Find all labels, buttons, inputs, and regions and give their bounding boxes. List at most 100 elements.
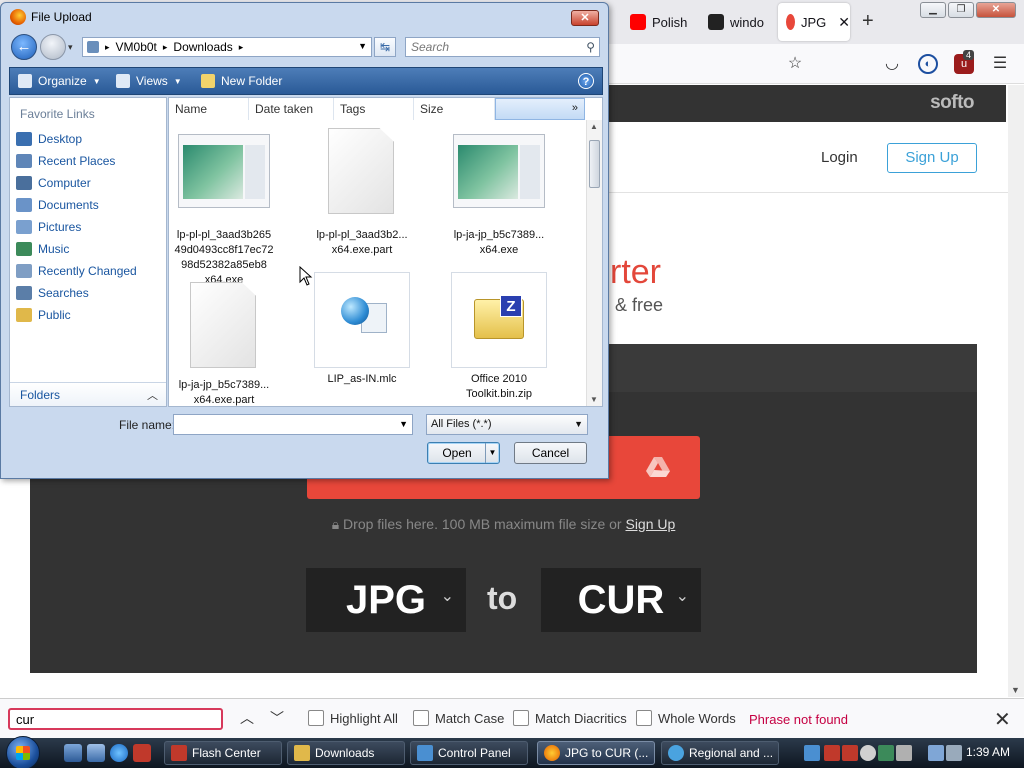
favorite-recent-places[interactable]: Recent Places	[16, 151, 115, 171]
network-icon[interactable]	[928, 745, 944, 761]
file-name-input[interactable]: ▼	[173, 414, 413, 435]
cancel-button[interactable]: Cancel	[514, 442, 587, 464]
tab-polish[interactable]: Polish	[622, 3, 692, 41]
match-diacritics-checkbox[interactable]: Match Diacritics	[513, 710, 627, 726]
internet-explorer-icon[interactable]	[110, 744, 128, 762]
page-scrollbar[interactable]: ▼	[1008, 85, 1024, 697]
favorite-music[interactable]: Music	[16, 239, 69, 259]
chevron-down-icon[interactable]: ▼	[358, 41, 367, 51]
forward-arrow-icon[interactable]	[40, 34, 66, 60]
more-columns-button[interactable]: »	[495, 98, 585, 120]
show-desktop-icon[interactable]	[64, 744, 82, 762]
favorite-recently-changed[interactable]: Recently Changed	[16, 261, 137, 281]
scroll-down-icon[interactable]: ▼	[590, 395, 598, 404]
column-header-date-taken[interactable]: Date taken	[249, 98, 334, 120]
taskbar-item-regional[interactable]: Regional and ...	[661, 741, 779, 765]
switch-windows-icon[interactable]	[87, 744, 105, 762]
taskbar-item-downloads[interactable]: Downloads	[287, 741, 405, 765]
column-header-name[interactable]: Name	[169, 98, 249, 120]
close-find-bar-button[interactable]: ✕	[994, 707, 1011, 732]
close-window-button[interactable]: ✕	[976, 2, 1016, 18]
file-item[interactable]: LIP_as-IN.mlc	[302, 272, 422, 387]
favorite-pictures[interactable]: Pictures	[16, 217, 81, 237]
chevron-right-icon[interactable]: ▸	[163, 42, 168, 53]
help-icon[interactable]: ?	[578, 73, 594, 89]
account-icon[interactable]: ◐	[918, 54, 938, 74]
volume-muted-icon[interactable]	[946, 745, 962, 761]
tray-flash-icon[interactable]	[842, 745, 858, 761]
find-previous-button[interactable]: ︿	[240, 708, 254, 728]
find-next-button[interactable]: ﹀	[270, 708, 284, 728]
search-input[interactable]: Search ⚲	[405, 37, 600, 57]
to-format-select[interactable]: CUR ⌄	[541, 568, 701, 632]
clock[interactable]: 1:39 AM	[966, 745, 1010, 759]
file-item[interactable]: lp-pl-pl_3aad3b265 49d0493cc8f17ec72 98d…	[164, 128, 284, 288]
open-options-dropdown-icon[interactable]: ▼	[485, 443, 499, 463]
match-case-checkbox[interactable]: Match Case	[413, 710, 504, 726]
refresh-icon[interactable]: ↹	[374, 37, 396, 57]
breadcrumb-root[interactable]: VM0b0t	[116, 40, 157, 54]
checkbox-box[interactable]	[513, 710, 529, 726]
signup-button[interactable]: Sign Up	[887, 143, 977, 173]
file-type-select[interactable]: All Files (*.*) ▼	[426, 414, 588, 435]
scroll-up-icon[interactable]: ▲	[590, 122, 598, 131]
favorite-searches[interactable]: Searches	[16, 283, 89, 303]
favorite-documents[interactable]: Documents	[16, 195, 99, 215]
search-icon[interactable]: ⚲	[586, 40, 595, 54]
file-item[interactable]: lp-ja-jp_b5c7389... x64.exe.part	[164, 278, 284, 408]
file-list-scrollbar[interactable]: ▲ ▼	[586, 120, 602, 406]
file-item[interactable]: lp-pl-pl_3aad3b2... x64.exe.part	[302, 128, 422, 258]
new-tab-button[interactable]: +	[862, 10, 874, 33]
close-tab-icon[interactable]: ✕	[838, 14, 850, 31]
organize-button[interactable]: Organize ▼	[18, 74, 101, 88]
dialog-close-button[interactable]: ✕	[571, 10, 599, 26]
chevron-right-icon[interactable]: ▸	[239, 42, 244, 53]
column-header-size[interactable]: Size	[414, 98, 495, 120]
flash-icon[interactable]	[133, 744, 151, 762]
menu-icon[interactable]: ☰	[990, 54, 1010, 74]
folders-toggle[interactable]: Folders ︿	[10, 382, 166, 406]
scroll-down-icon[interactable]: ▼	[1011, 685, 1020, 695]
bookmark-star-icon[interactable]: ☆	[785, 54, 805, 74]
tab-jpg-to-cur[interactable]: JPG ✕	[778, 3, 850, 41]
tray-security-icon[interactable]	[878, 745, 894, 761]
file-item[interactable]: lp-ja-jp_b5c7389... x64.exe	[439, 128, 559, 258]
taskbar-item-control-panel[interactable]: Control Panel	[410, 741, 528, 765]
pocket-icon[interactable]: ◡	[882, 54, 902, 74]
column-header-tags[interactable]: Tags	[334, 98, 414, 120]
favorite-computer[interactable]: Computer	[16, 173, 91, 193]
checkbox-box[interactable]	[636, 710, 652, 726]
scroll-thumb[interactable]	[589, 140, 600, 188]
breadcrumb-folder[interactable]: Downloads	[173, 40, 232, 54]
file-item[interactable]: Z Office 2010 Toolkit.bin.zip	[439, 272, 559, 402]
views-button[interactable]: Views ▼	[116, 74, 182, 88]
chevron-up-icon[interactable]: ︿	[147, 387, 158, 403]
checkbox-box[interactable]	[413, 710, 429, 726]
google-drive-icon[interactable]	[646, 456, 670, 478]
chevron-down-icon[interactable]: ▼	[399, 419, 408, 429]
tab-windows[interactable]: windo	[700, 3, 770, 41]
find-input[interactable]	[8, 708, 223, 730]
history-dropdown-icon[interactable]: ▾	[68, 42, 73, 53]
tray-app-icon[interactable]	[804, 745, 820, 761]
taskbar-item-flash-center[interactable]: Flash Center	[164, 741, 282, 765]
start-button[interactable]	[6, 736, 40, 768]
address-bar[interactable]: ▸ VM0b0t ▸ Downloads ▸ ▼	[82, 37, 372, 57]
tray-flash-icon[interactable]	[824, 745, 840, 761]
tray-settings-icon[interactable]	[896, 745, 912, 761]
favorite-public[interactable]: Public	[16, 305, 71, 325]
minimize-button[interactable]: ▁	[920, 2, 946, 18]
highlight-all-checkbox[interactable]: Highlight All	[308, 710, 398, 726]
from-format-select[interactable]: JPG ⌄	[306, 568, 466, 632]
checkbox-box[interactable]	[308, 710, 324, 726]
tray-update-icon[interactable]	[860, 745, 876, 761]
login-link[interactable]: Login	[821, 149, 858, 166]
open-button[interactable]: Open ▼	[427, 442, 500, 464]
favorite-desktop[interactable]: Desktop	[16, 129, 82, 149]
new-folder-button[interactable]: New Folder	[201, 74, 282, 88]
taskbar-item-firefox[interactable]: JPG to CUR (...	[537, 741, 655, 765]
drop-signup-link[interactable]: Sign Up	[625, 516, 675, 532]
site-logo[interactable]: softo	[930, 92, 974, 114]
whole-words-checkbox[interactable]: Whole Words	[636, 710, 736, 726]
back-arrow-icon[interactable]: ←	[11, 34, 37, 60]
